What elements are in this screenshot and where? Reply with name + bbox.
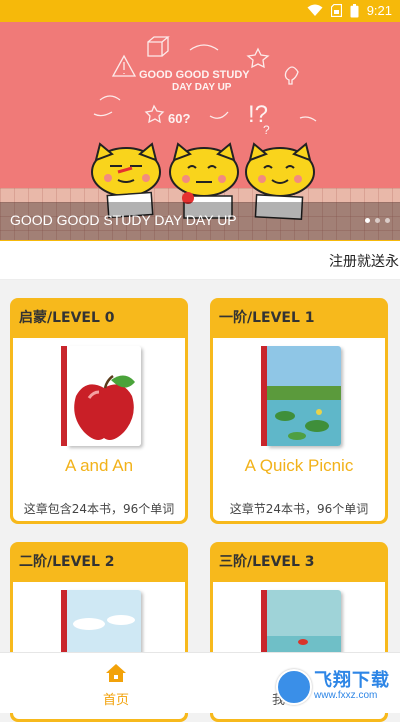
watermark-url: www.fxxz.com [314,690,378,701]
level-title: 二阶/LEVEL 2 [19,554,115,570]
level-card-body: A Quick Picnic 这章节24本书，96个单词 [213,338,385,521]
book-title: A Quick Picnic [244,456,354,475]
book-cover[interactable] [261,346,341,446]
banner-carousel[interactable]: GOOD GOOD STUDY DAY DAY UP 60? !? ? GOOD… [0,22,400,240]
status-bar: 9:21 [0,0,400,22]
carousel-dot[interactable] [385,218,390,223]
notice-marquee[interactable]: 注册就送永 [0,240,400,280]
nav-home[interactable]: 首页 [16,653,216,713]
banner-art-subheading: DAY DAY UP [172,82,232,93]
apple-cover-image [67,346,141,446]
carousel-dot[interactable] [365,218,370,223]
carousel-dot[interactable] [375,218,380,223]
book-meta: 这章节24本书，96个单词 [229,502,369,516]
watermark-logo: 飞翔下载 www.fxxz.com [276,666,392,706]
carousel-indicator [365,218,390,223]
svg-text:60?: 60? [168,111,190,126]
nav-home-label: 首页 [102,693,129,708]
sim-signal-icon [330,4,342,17]
watermark-text: 飞翔下载 [314,670,390,691]
book-meta: 这章包含24本书，96个单词 [23,502,175,516]
banner-art-heading: GOOD GOOD STUDY [139,69,250,81]
svg-text:?: ? [263,123,270,137]
level-title: 三阶/LEVEL 3 [219,554,315,570]
level-title: 一阶/LEVEL 1 [219,310,315,326]
battery-icon [350,3,359,17]
banner-caption-bar: GOOD GOOD STUDY DAY DAY UP [0,202,400,240]
wifi-icon [307,4,323,16]
book-cover[interactable] [61,346,141,446]
level-card-body: A and An 这章包含24本书，96个单词 [13,338,185,521]
watermark-badge-icon [276,669,312,705]
banner-caption: GOOD GOOD STUDY DAY DAY UP [10,212,237,228]
notice-text: 注册就送永 [329,254,399,270]
status-time: 9:21 [366,3,392,18]
home-icon [106,664,126,682]
book-title: A and An [64,456,134,475]
level-title: 启蒙/LEVEL 0 [19,310,115,326]
pond-cover-image [267,346,341,446]
level-card-1[interactable]: 一阶/LEVEL 1 A Quick Picnic 这章节24本书，96个单词 [210,298,388,524]
status-icons: 9:21 [307,3,392,18]
level-card-0[interactable]: 启蒙/LEVEL 0 A and An 这章包含24本书，96个单词 [10,298,188,524]
